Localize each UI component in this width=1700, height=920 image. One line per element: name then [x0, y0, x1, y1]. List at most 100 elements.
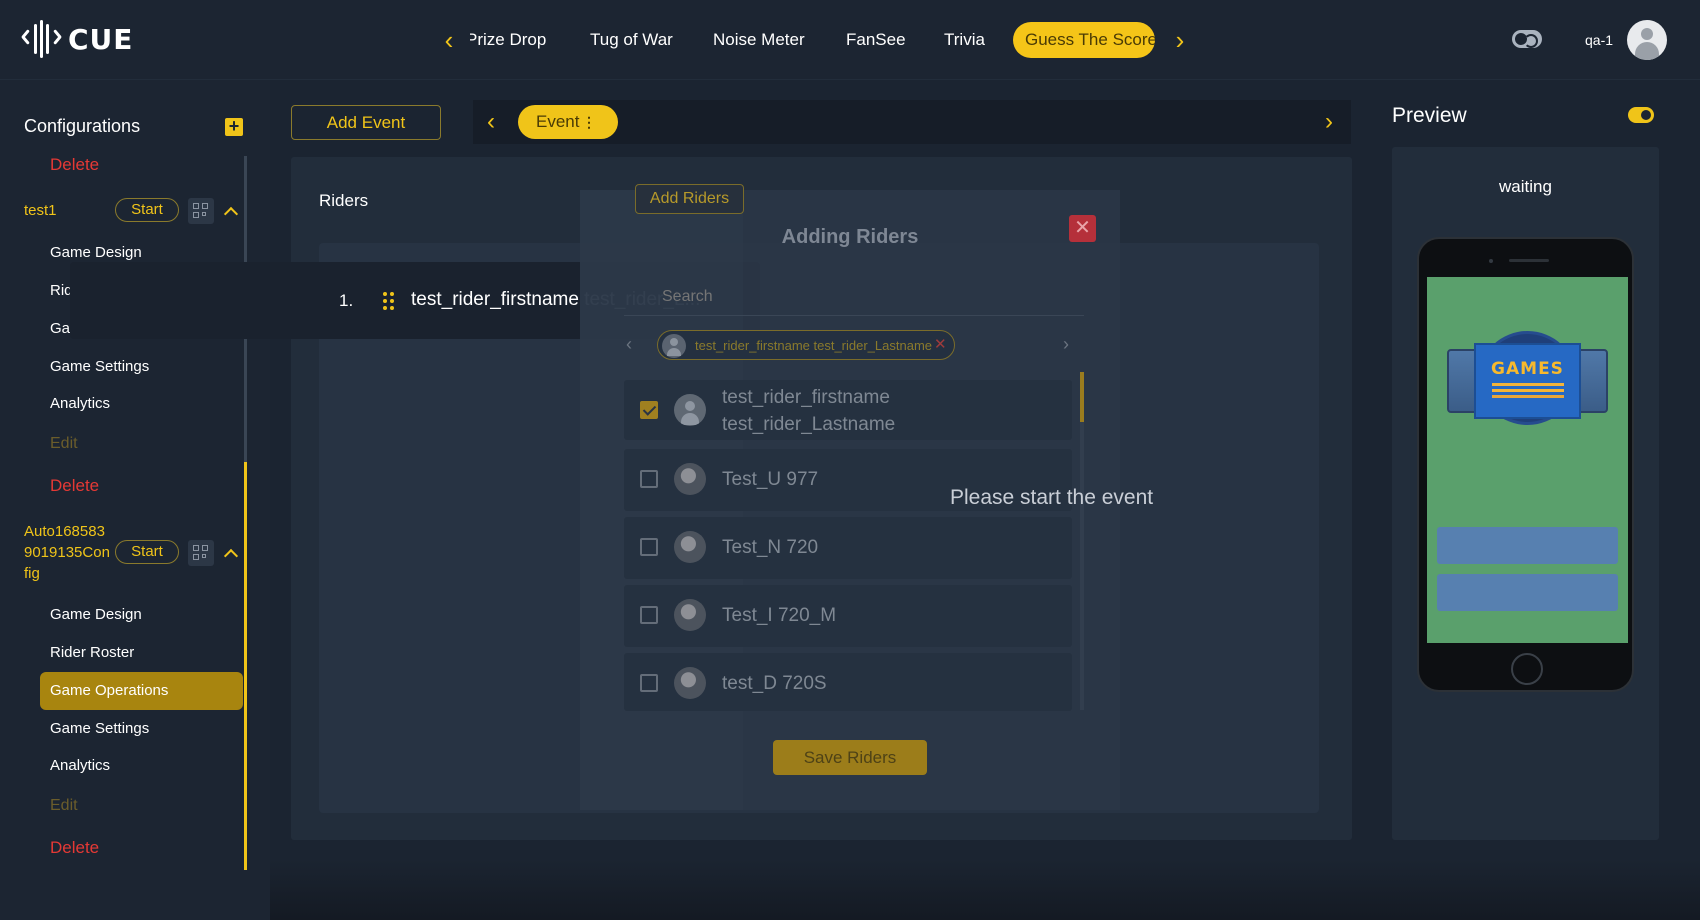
selected-rider-chip: test_rider_firstname test_rider_Lastname…: [657, 330, 955, 360]
rider-list-scrollbar[interactable]: [1080, 372, 1084, 710]
qr-code-icon[interactable]: [188, 540, 214, 566]
avatar: [662, 334, 686, 358]
checkbox-icon[interactable]: [640, 470, 658, 488]
edit-config-link[interactable]: Edit: [50, 435, 78, 453]
delete-config-link[interactable]: Delete: [50, 838, 99, 858]
event-pill-label: Event: [536, 112, 580, 131]
checkbox-icon[interactable]: [640, 674, 658, 692]
rider-list-item[interactable]: Test_I 720_M: [624, 585, 1072, 647]
rider-list-item[interactable]: Test_N 720: [624, 517, 1072, 579]
rider-list-name: Test_I 720_M: [722, 605, 837, 626]
tab-trivia[interactable]: Trivia: [944, 22, 985, 58]
preview-title: Preview: [1392, 104, 1467, 127]
theme-toggle-icon[interactable]: [1512, 30, 1542, 48]
sidebar-title: Configurations: [24, 116, 141, 136]
top-header: CUE ‹ Prize Drop Tug of War Noise Meter …: [0, 0, 1700, 80]
avatar: [674, 463, 706, 495]
sidebar-item-rider-roster[interactable]: Rider Roster: [50, 644, 134, 661]
avatar: [674, 531, 706, 563]
sidebar-item-game-operations-active[interactable]: Game Operations: [50, 682, 168, 699]
remove-chip-icon[interactable]: ✕: [934, 335, 947, 353]
delete-config-link[interactable]: Delete: [50, 476, 99, 496]
checkbox-icon[interactable]: [640, 538, 658, 556]
phone-option-button: [1437, 527, 1618, 564]
chevron-up-icon[interactable]: [223, 546, 237, 560]
rider-list-item[interactable]: test_D 720S: [624, 653, 1072, 711]
rider-list-scrollbar-thumb[interactable]: [1080, 372, 1084, 422]
app-logo[interactable]: CUE: [21, 20, 134, 58]
tab-fansee[interactable]: FanSee: [846, 22, 906, 58]
phone-mockup: GAMES: [1417, 237, 1634, 692]
checkbox-icon[interactable]: [640, 606, 658, 624]
sidebar-item-game-design[interactable]: Game Design: [50, 244, 142, 261]
drag-handle-icon[interactable]: [383, 292, 395, 310]
home-button-icon: [1511, 653, 1543, 685]
add-riders-button[interactable]: Add Riders: [635, 184, 744, 214]
event-pill[interactable]: Event ⋮: [518, 105, 618, 139]
rider-list-name: test_rider_firstname test_rider_Lastname: [722, 384, 895, 438]
save-riders-button[interactable]: Save Riders: [773, 740, 927, 775]
checkbox-icon[interactable]: [640, 401, 658, 419]
preview-toggle-icon[interactable]: [1628, 107, 1654, 123]
game-logo: GAMES: [1447, 331, 1608, 425]
configurations-sidebar: Configurations + Delete test1 Start Game…: [0, 80, 270, 920]
add-event-button[interactable]: Add Event: [291, 105, 441, 140]
name-line: test_rider_firstname: [722, 387, 890, 408]
avatar: [674, 599, 706, 631]
chevron-right-icon[interactable]: ›: [1325, 108, 1333, 136]
chevron-right-icon[interactable]: ›: [1063, 334, 1079, 358]
chevron-left-icon[interactable]: ‹: [487, 108, 495, 136]
page-bottom: [270, 860, 1700, 920]
config-name-line: 9019135Con: [24, 544, 110, 561]
phone-screen: GAMES: [1427, 277, 1628, 643]
config-name-line: fig: [24, 565, 40, 582]
config-name-test1[interactable]: test1: [24, 200, 57, 221]
chip-label: test_rider_firstname test_rider_Lastname: [695, 338, 933, 353]
start-button[interactable]: Start: [115, 198, 179, 222]
avatar: [674, 394, 706, 426]
qr-code-icon[interactable]: [188, 198, 214, 224]
rider-list-item[interactable]: test_rider_firstname test_rider_Lastname: [624, 380, 1072, 440]
sidebar-item-analytics[interactable]: Analytics: [50, 757, 110, 774]
user-avatar-icon[interactable]: [1627, 20, 1667, 60]
rider-list-name: Test_N 720: [722, 537, 819, 558]
add-configuration-plus-icon[interactable]: +: [225, 117, 243, 136]
rider-list-name: Test_U 977: [722, 469, 819, 490]
game-logo-text: GAMES: [1491, 359, 1564, 379]
status-message: Please start the event: [950, 486, 1154, 509]
name-line: test_rider_Lastname: [722, 414, 896, 435]
config-name-auto[interactable]: Auto168583 9019135Con fig: [24, 521, 110, 584]
close-icon[interactable]: ✕: [1069, 215, 1096, 242]
tab-prize-drop[interactable]: Prize Drop: [470, 22, 546, 58]
sidebar-item-analytics[interactable]: Analytics: [50, 395, 110, 412]
config-name-line: Auto168583: [24, 523, 105, 540]
tab-guess-the-score[interactable]: Guess The Score: [1013, 22, 1155, 58]
search-input[interactable]: [624, 278, 1084, 316]
start-button[interactable]: Start: [115, 540, 179, 564]
kebab-menu-icon[interactable]: ⋮: [582, 105, 596, 139]
rider-list-name: test_D 720S: [722, 673, 827, 694]
modal-title: Adding Riders: [781, 226, 919, 248]
chevron-left-icon[interactable]: ‹: [626, 334, 642, 358]
event-bar: ‹ Event ⋮ ›: [473, 100, 1351, 144]
sidebar-item-game-settings[interactable]: Game Settings: [50, 720, 149, 737]
cue-logo-icon: [21, 20, 62, 58]
chevron-up-icon[interactable]: [223, 204, 237, 218]
phone-option-button: [1437, 574, 1618, 611]
camera-icon: [1489, 259, 1493, 263]
chevron-right-icon[interactable]: ›: [1168, 26, 1192, 54]
tab-tug-of-war[interactable]: Tug of War: [590, 22, 673, 58]
user-name: qa-1: [1585, 32, 1614, 48]
chevron-left-icon[interactable]: ‹: [437, 26, 461, 54]
edit-config-link[interactable]: Edit: [50, 797, 78, 815]
riders-label: Riders: [319, 191, 369, 210]
preview-status: waiting: [1499, 177, 1552, 196]
sidebar-item-game-settings[interactable]: Game Settings: [50, 358, 149, 375]
logo-text: CUE: [68, 22, 134, 56]
tab-noise-meter[interactable]: Noise Meter: [713, 22, 805, 58]
speaker-icon: [1509, 259, 1549, 262]
sidebar-item-game-design[interactable]: Game Design: [50, 606, 142, 623]
delete-config-link[interactable]: Delete: [50, 155, 99, 175]
sidebar-scrollbar-thumb[interactable]: [244, 462, 247, 870]
avatar: [674, 667, 706, 699]
